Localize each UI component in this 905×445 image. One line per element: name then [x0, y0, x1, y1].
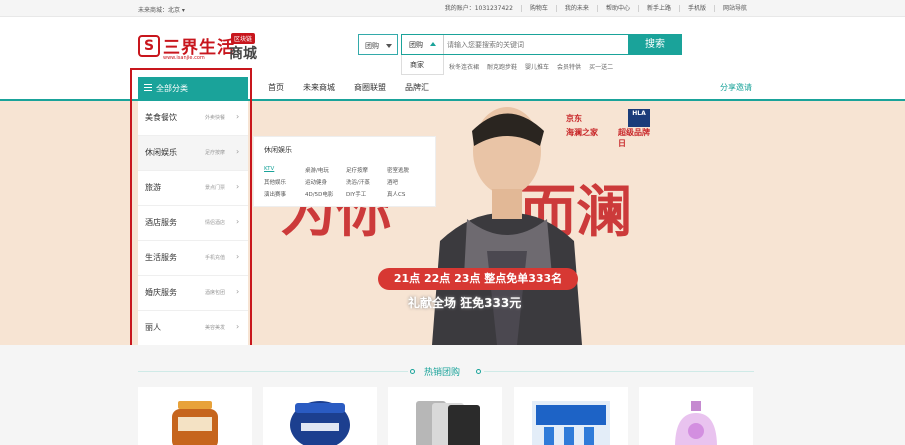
search-button[interactable]: 搜索: [628, 34, 682, 55]
nav-item-alliance[interactable]: 商圈联盟: [354, 82, 386, 93]
flyout-link[interactable]: 真人CS: [387, 190, 428, 198]
logo-mall: 商城: [229, 46, 257, 62]
search-input[interactable]: [447, 37, 622, 52]
flyout-link[interactable]: 密室逃脱: [387, 166, 428, 174]
main-nav: 首页 未来商城 商圈联盟 品牌汇: [268, 82, 448, 93]
hot-word[interactable]: 耐克跑步鞋: [487, 62, 517, 71]
flyout-link[interactable]: DIY手工: [346, 190, 387, 198]
logo-url: www.isanjie.com: [163, 55, 205, 61]
search-scope-option[interactable]: 商家: [401, 55, 444, 75]
promo-pill: 21点 22点 23点 整点免单333名: [378, 268, 578, 290]
flyout-link[interactable]: KTV: [264, 166, 305, 174]
my-account-link[interactable]: 我的账户：1031237422: [437, 5, 521, 12]
flyout-link[interactable]: 4D/5D电影: [305, 190, 346, 198]
product-card[interactable]: [639, 387, 753, 445]
chevron-up-icon: [430, 42, 436, 46]
search-scope-select[interactable]: 团购: [402, 35, 444, 54]
highlight-box: [130, 68, 252, 351]
nav-item-future-mall[interactable]: 未来商城: [303, 82, 335, 93]
search-type-label: 团购: [365, 42, 379, 50]
search-scope-label: 团购: [409, 41, 423, 49]
hot-word[interactable]: 买一送二: [589, 62, 613, 71]
section-divider: [484, 371, 754, 372]
flyout-link[interactable]: 足疗按摩: [346, 166, 387, 174]
hot-word[interactable]: 会员特供: [557, 62, 581, 71]
category-flyout: 休闲娱乐 KTV 桌游/电玩 足疗按摩 密室逃脱 其他娱乐 运动健身 洗浴/汗蒸…: [253, 136, 436, 207]
section-dot: [410, 369, 415, 374]
product-card[interactable]: [388, 387, 502, 445]
brand-logos: 京东 HLA 海澜之家 超级品牌日: [566, 109, 656, 149]
product-image: [532, 401, 610, 445]
section-divider: [138, 371, 408, 372]
flyout-link[interactable]: 其他娱乐: [264, 178, 305, 186]
site-logo[interactable]: S 三界生活 区块链 商城 www.isanjie.com: [138, 33, 273, 63]
location-selector[interactable]: 未来商城：北京 ▾: [138, 5, 185, 14]
product-image: [416, 401, 480, 445]
search-box: 团购: [401, 34, 629, 55]
logo-icon: S: [138, 35, 160, 57]
product-card[interactable]: [138, 387, 252, 445]
cart-link[interactable]: 购物车: [520, 5, 556, 12]
chevron-down-icon: [386, 44, 392, 48]
hot-word[interactable]: 秋冬连衣裙: [449, 62, 479, 71]
promo-subline: 礼献全场 狂免333元: [408, 296, 522, 310]
newbie-guide-link[interactable]: 新手上路: [637, 5, 679, 12]
product-image: [675, 401, 717, 445]
hot-word[interactable]: 婴儿推车: [525, 62, 549, 71]
section-dot: [476, 369, 481, 374]
top-bar: 未来商城：北京 ▾ 我的账户：1031237422 购物车 我的未来 帮助中心 …: [0, 0, 905, 17]
hot-search-words: 秋冬连衣裙 耐克跑步鞋 婴儿推车 会员特供 买一送二: [449, 62, 621, 71]
hla-logo: HLA: [628, 109, 650, 127]
flyout-link[interactable]: 酒吧: [387, 178, 428, 186]
nav-item-home[interactable]: 首页: [268, 82, 284, 93]
brand-label-right: 超级品牌日: [618, 128, 650, 148]
mobile-link[interactable]: 手机版: [678, 5, 714, 12]
flyout-link[interactable]: 演出赛事: [264, 190, 305, 198]
brand-top-text: 京东: [566, 114, 582, 123]
help-center-link[interactable]: 帮助中心: [596, 5, 638, 12]
product-image: [290, 401, 350, 445]
flyout-link[interactable]: 桌游/电玩: [305, 166, 346, 174]
hot-deals-title: 热销团购: [424, 368, 461, 378]
brand-label-left: 海澜之家: [566, 128, 598, 137]
product-card[interactable]: [263, 387, 377, 445]
share-invite-link[interactable]: 分享邀请: [720, 82, 752, 93]
product-image: [172, 401, 218, 445]
my-future-link[interactable]: 我的未来: [555, 5, 597, 12]
flyout-links: KTV 桌游/电玩 足疗按摩 密室逃脱 其他娱乐 运动健身 洗浴/汗蒸 酒吧 演…: [264, 166, 434, 198]
nav-item-brands[interactable]: 品牌汇: [405, 82, 429, 93]
flyout-title: 休闲娱乐: [264, 146, 292, 154]
flyout-link[interactable]: 运动健身: [305, 178, 346, 186]
search-type-select[interactable]: 团购: [358, 34, 398, 55]
product-card[interactable]: [514, 387, 628, 445]
top-links: 我的账户：1031237422 购物车 我的未来 帮助中心 新手上路 手机版 网…: [437, 5, 755, 12]
site-nav-link[interactable]: 网站导航: [713, 5, 755, 12]
flyout-link[interactable]: 洗浴/汗蒸: [346, 178, 387, 186]
